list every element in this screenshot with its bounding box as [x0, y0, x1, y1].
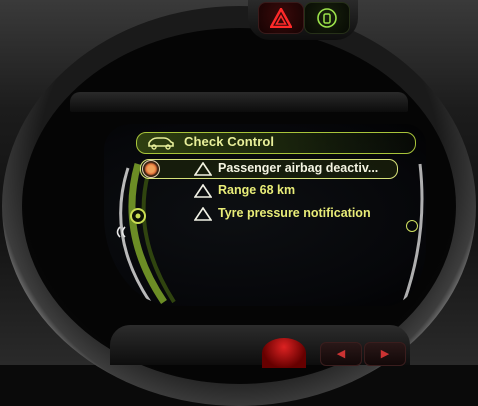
warning-triangle-icon: [194, 184, 212, 198]
previous-button[interactable]: ◀: [320, 342, 362, 366]
hazard-icon: [270, 8, 292, 28]
check-control-header: [136, 132, 416, 154]
warning-triangle-icon: [194, 207, 212, 221]
next-button[interactable]: ▶: [364, 342, 406, 366]
warning-triangle-icon: [194, 162, 212, 176]
scroll-indicator-icon: [406, 220, 418, 232]
selection-indicator-icon: [142, 160, 160, 178]
message-label: Tyre pressure notification: [218, 206, 371, 220]
chevron-right-icon: ▶: [380, 348, 390, 360]
controller-icon: [116, 226, 126, 238]
infotainment-screen: Check Control Passenger airbag deactiv..…: [104, 124, 426, 306]
message-label: Range 68 km: [218, 183, 296, 197]
chevron-left-icon: ◀: [336, 348, 346, 360]
red-toggle-knob[interactable]: [262, 338, 306, 368]
hazard-button[interactable]: [258, 2, 304, 34]
message-label: Passenger airbag deactiv...: [218, 161, 379, 175]
page-title: Check Control: [184, 134, 275, 149]
display-top-trim: [70, 92, 408, 112]
lock-icon: [317, 8, 337, 28]
car-check-icon: [148, 137, 174, 150]
central-lock-button[interactable]: [304, 2, 350, 34]
